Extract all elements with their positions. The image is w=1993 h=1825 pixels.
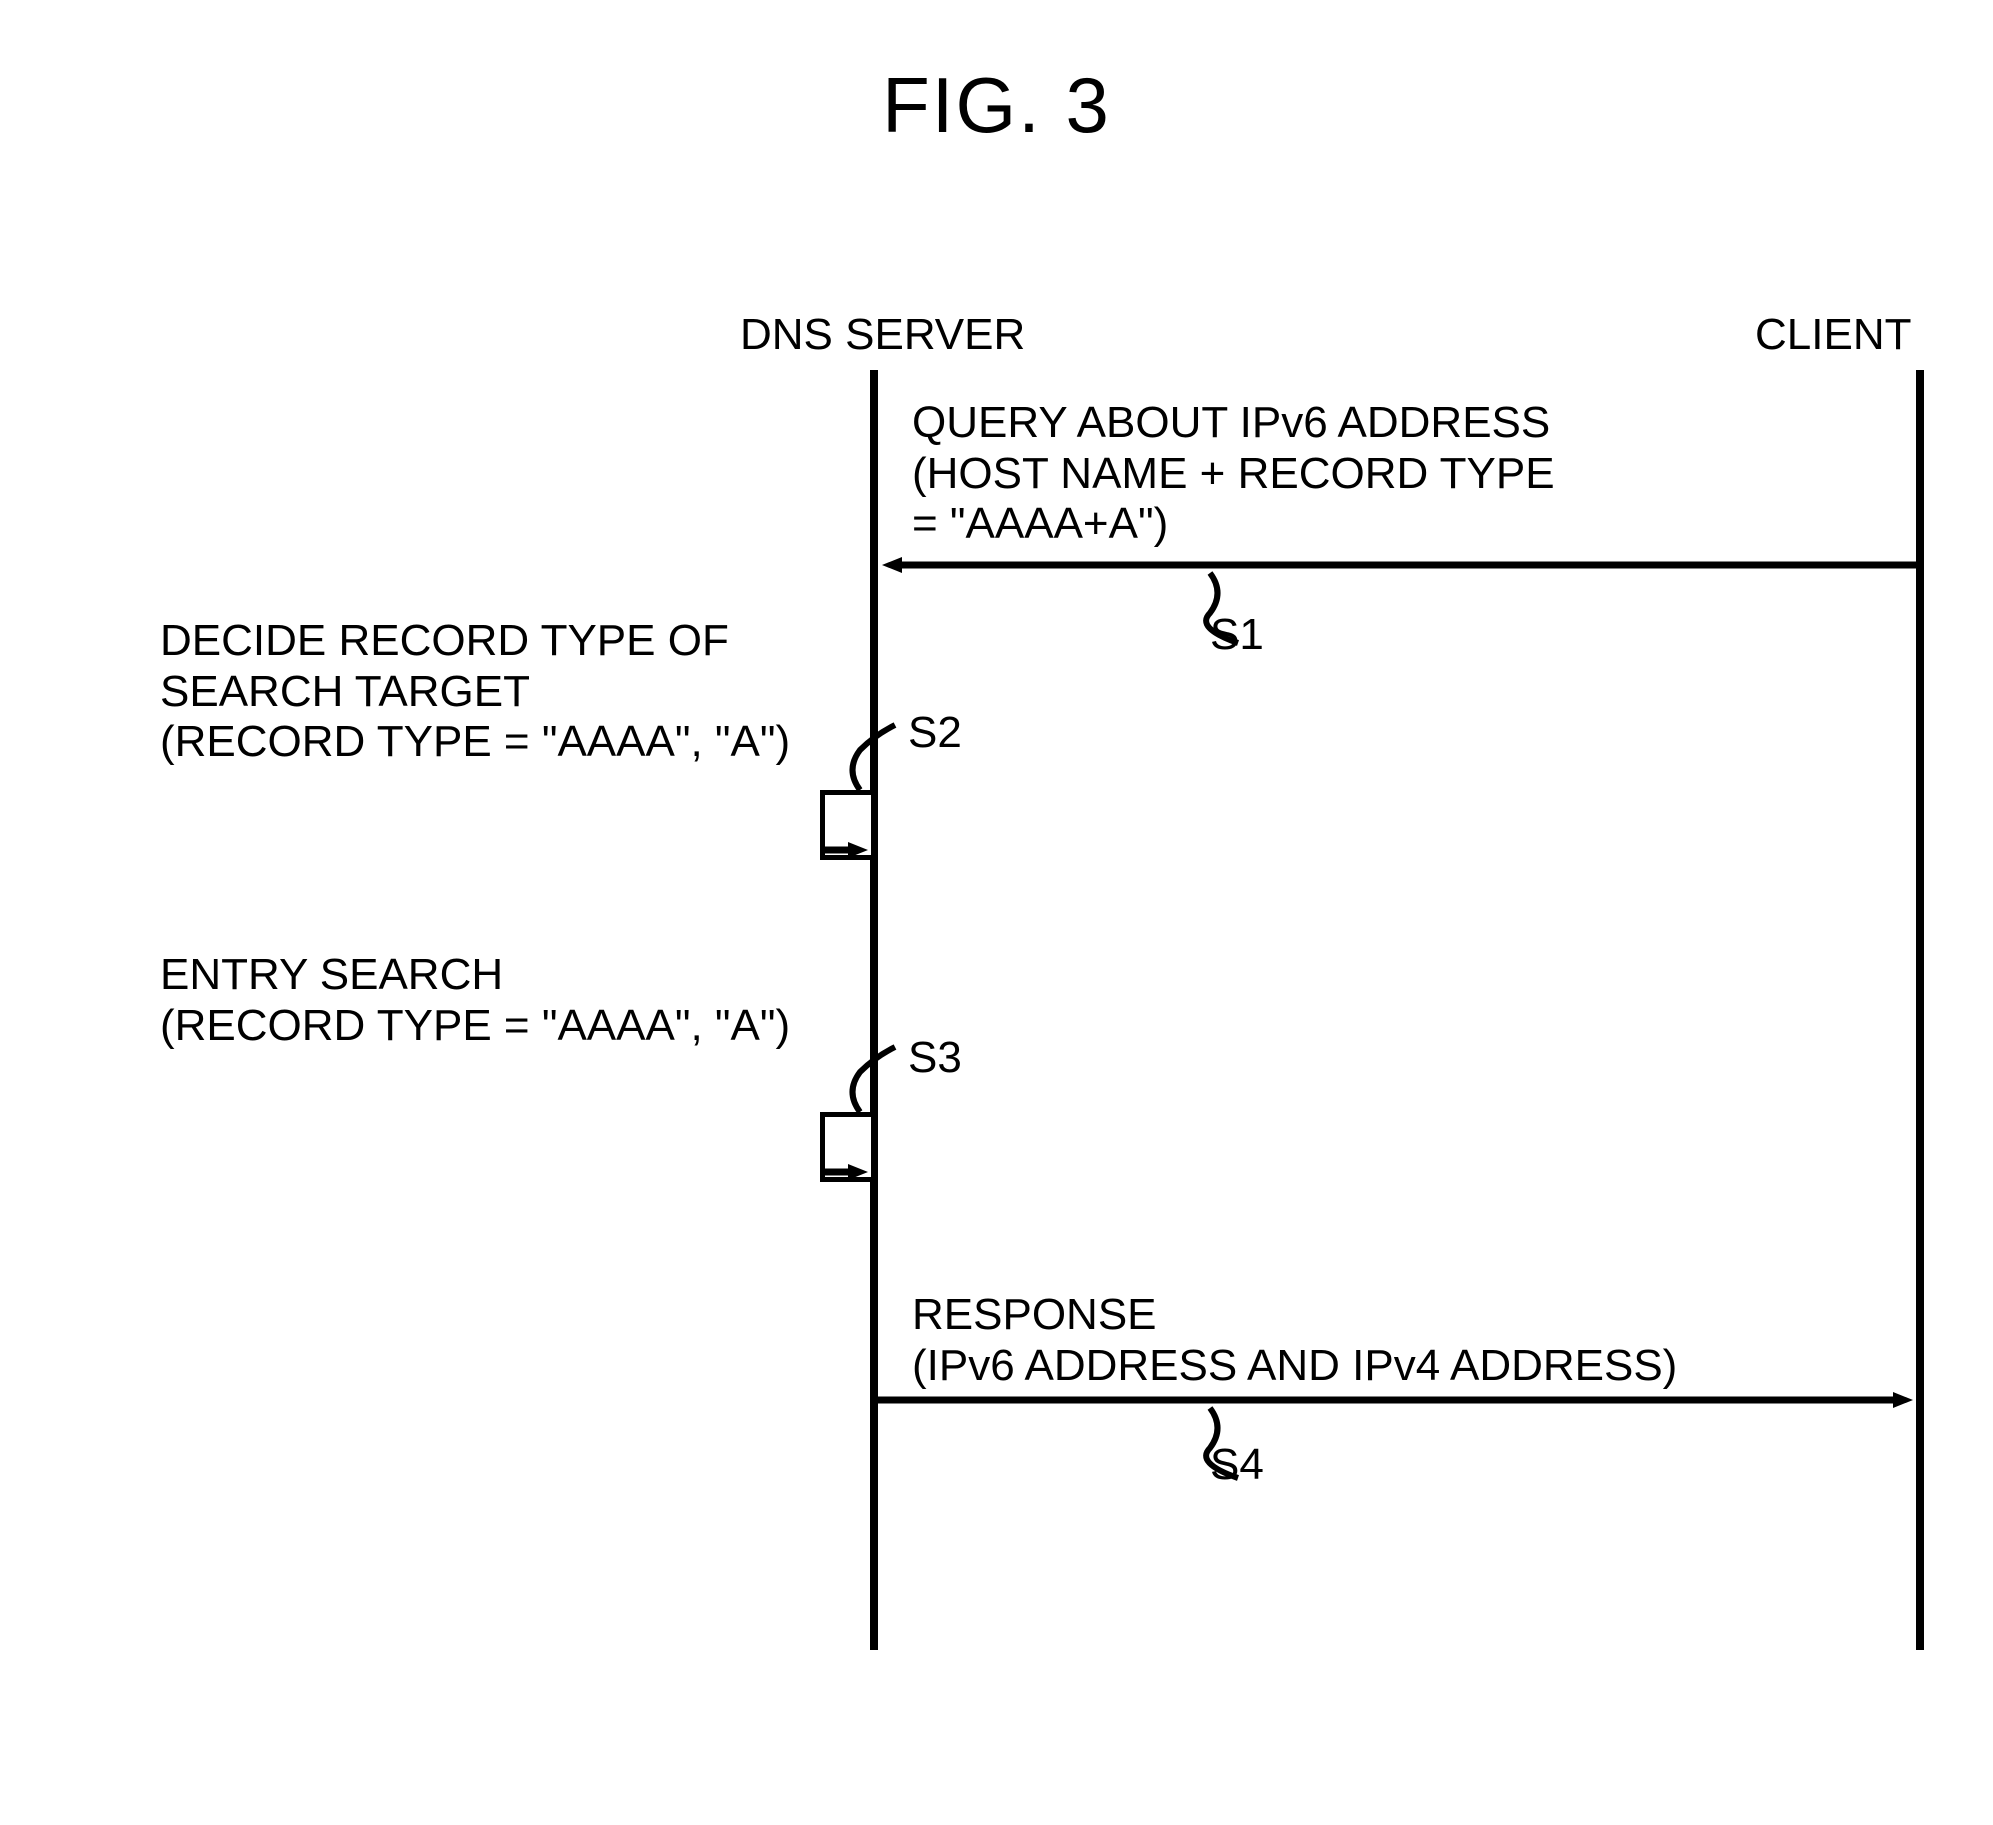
s4-leader — [1206, 1408, 1238, 1478]
s2-leader — [853, 725, 896, 790]
s3-leader — [853, 1047, 896, 1112]
arrows-layer — [0, 0, 1993, 1825]
s1-leader — [1206, 573, 1238, 643]
